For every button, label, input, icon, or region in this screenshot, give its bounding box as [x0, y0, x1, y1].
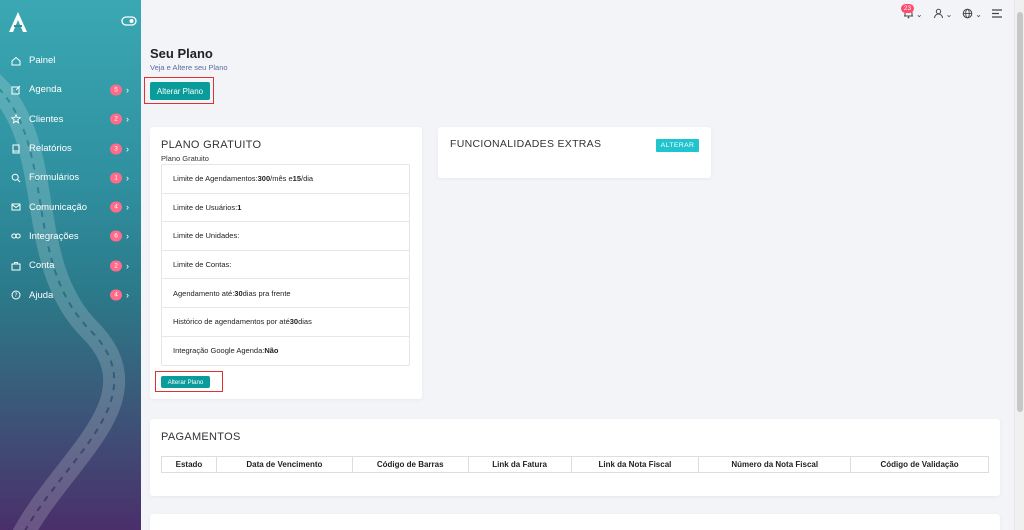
menu-lines-icon [992, 9, 1002, 20]
payments-table: Estado Data de Vencimento Código de Barr… [161, 456, 989, 473]
sidebar-toggle-icon[interactable] [121, 16, 137, 26]
payments-card-title: PAGAMENTOS [161, 431, 241, 443]
count-badge: 4 [110, 289, 122, 301]
column-header: Data de Vencimento [215, 456, 353, 473]
list-item: Histórico de agendamentos por até 30 dia… [162, 308, 409, 337]
notifications-button[interactable]: 23 ⌄ [900, 4, 923, 21]
sidebar-item-agenda[interactable]: Agenda 5 › [0, 75, 141, 104]
plan-card: PLANO GRATUITO Plano Gratuito Limite de … [150, 127, 422, 399]
bottom-card [150, 514, 1000, 530]
brand-logo-icon[interactable] [9, 12, 27, 32]
sidebar-item-formularios[interactable]: Formulários 1 › [0, 163, 141, 192]
alterar-extras-button[interactable]: ALTERAR [656, 139, 699, 152]
page-subtitle: Veja e Altere seu Plano [150, 63, 228, 72]
count-badge: 6 [110, 230, 122, 242]
chevron-down-icon: ⌄ [915, 10, 923, 19]
chevron-right-icon: › [126, 84, 129, 95]
briefcase-icon [10, 260, 21, 271]
count-badge: 2 [110, 113, 122, 125]
chevron-right-icon: › [126, 231, 129, 242]
sidebar-menu: Painel Agenda 5 › Clientes 2 › Relatório… [0, 46, 141, 310]
extras-card: FUNCIONALIDADES EXTRAS ALTERAR [438, 127, 711, 178]
chevron-right-icon: › [126, 143, 129, 154]
sidebar-item-comunicacao[interactable]: Comunicação 4 › [0, 192, 141, 221]
sidebar-item-label: Clientes [29, 113, 64, 125]
column-header: Número da Nota Fiscal [698, 456, 852, 473]
edit-icon [10, 84, 21, 95]
list-item: Agendamento até: 30 dias pra frente [162, 279, 409, 308]
count-badge: 2 [110, 260, 122, 272]
list-item: Limite de Contas: [162, 251, 409, 280]
plan-card-title: PLANO GRATUITO [161, 139, 262, 151]
column-header: Estado [161, 456, 217, 473]
column-header: Link da Fatura [467, 456, 572, 473]
sidebar-item-ajuda[interactable]: ? Ajuda 4 › [0, 280, 141, 309]
sidebar-item-label: Relatórios [29, 143, 72, 155]
sidebar-item-painel[interactable]: Painel [0, 46, 141, 75]
alterar-plano-button[interactable]: Alterar Plano [150, 82, 210, 100]
menu-button[interactable] [992, 9, 1002, 20]
chevron-right-icon: › [126, 114, 129, 125]
mail-icon [10, 202, 21, 213]
page-title: Seu Plano [150, 46, 213, 61]
user-icon [933, 8, 944, 21]
plan-card-subtitle: Plano Gratuito [161, 154, 209, 163]
column-header: Link da Nota Fiscal [570, 456, 700, 473]
home-icon [10, 55, 21, 66]
sidebar-item-label: Ajuda [29, 289, 54, 301]
column-header: Código de Barras [351, 456, 469, 473]
book-icon [10, 143, 21, 154]
globe-icon [962, 8, 973, 21]
sidebar-item-clientes[interactable]: Clientes 2 › [0, 105, 141, 134]
plan-features-list: Limite de Agendamentos: 300/mês e 15/dia… [161, 164, 410, 367]
payments-card: PAGAMENTOS Estado Data de Vencimento Cód… [150, 419, 1000, 496]
list-item: Integração Google Agenda: Não [173, 346, 279, 356]
sidebar-item-label: Integrações [29, 230, 79, 242]
sidebar: Painel Agenda 5 › Clientes 2 › Relatório… [0, 0, 141, 530]
sidebar-item-label: Comunicação [29, 201, 88, 213]
list-item: Limite de Usuários: 1 [162, 194, 409, 223]
chevron-right-icon: › [126, 290, 129, 301]
sidebar-item-label: Conta [29, 260, 55, 272]
sidebar-item-label: Painel [29, 55, 56, 67]
chevron-right-icon: › [126, 172, 129, 183]
sidebar-item-relatorios[interactable]: Relatórios 3 › [0, 134, 141, 163]
count-badge: 4 [110, 201, 122, 213]
language-menu-button[interactable]: ⌄ [962, 8, 982, 21]
sidebar-item-label: Formulários [29, 172, 80, 184]
notifications-badge: 23 [900, 4, 915, 13]
chevron-down-icon: ⌄ [945, 10, 953, 19]
help-icon: ? [10, 290, 21, 301]
count-badge: 3 [110, 143, 122, 155]
search-icon [10, 172, 21, 183]
svg-text:?: ? [14, 292, 17, 299]
list-item: Limite de Unidades: [162, 222, 409, 251]
sidebar-item-label: Agenda [29, 84, 62, 96]
column-header: Código de Validação [850, 456, 989, 473]
chevron-right-icon: › [126, 260, 129, 271]
chevron-down-icon: ⌄ [975, 10, 982, 19]
sidebar-item-integracoes[interactable]: Integrações 6 › [0, 222, 141, 251]
sidebar-item-conta[interactable]: Conta 2 › [0, 251, 141, 280]
count-badge: 1 [110, 172, 122, 184]
count-badge: 5 [110, 84, 122, 96]
table-header-row: Estado Data de Vencimento Código de Barr… [161, 456, 989, 473]
topbar: 23 ⌄ ⌄ ⌄ [900, 4, 1002, 21]
alterar-plano-small-button[interactable]: Alterar Plano [161, 376, 210, 388]
scrollbar-thumb[interactable] [1017, 12, 1023, 412]
star-icon [10, 114, 21, 125]
link-icon [10, 231, 21, 242]
chevron-right-icon: › [126, 202, 129, 213]
list-item: Limite de Agendamentos: 300/mês e 15/dia [162, 165, 409, 194]
user-menu-button[interactable]: ⌄ [933, 8, 953, 21]
extras-card-title: FUNCIONALIDADES EXTRAS [450, 138, 602, 150]
page-scrollbar[interactable] [1014, 0, 1024, 530]
